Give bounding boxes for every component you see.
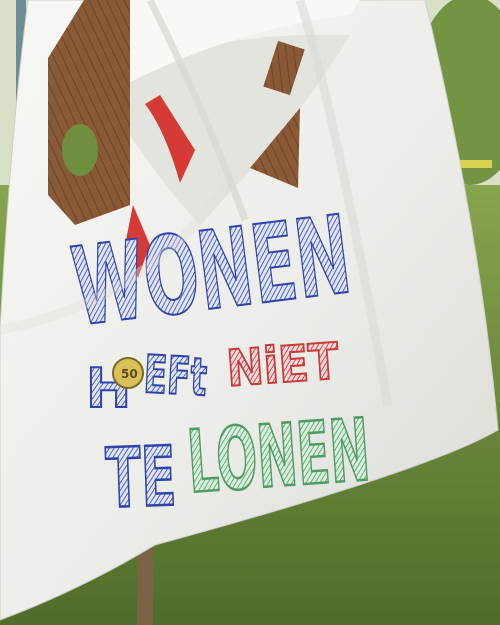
niet-text: NiET — [225, 332, 341, 398]
photo-scene: WONEN H 50 EFt NiET TE LONEN — [0, 0, 500, 625]
coin-icon: 50 — [112, 357, 144, 389]
coin-value: 50 — [121, 367, 138, 381]
banner-photo: WONEN H 50 EFt NiET TE LONEN — [0, 0, 500, 625]
bottom-stake — [137, 545, 153, 625]
te-text: TE — [104, 430, 177, 527]
leaf — [62, 124, 98, 176]
lonen-text: LONEN — [184, 400, 373, 512]
hoeft-rest-text: EFt — [142, 345, 208, 408]
